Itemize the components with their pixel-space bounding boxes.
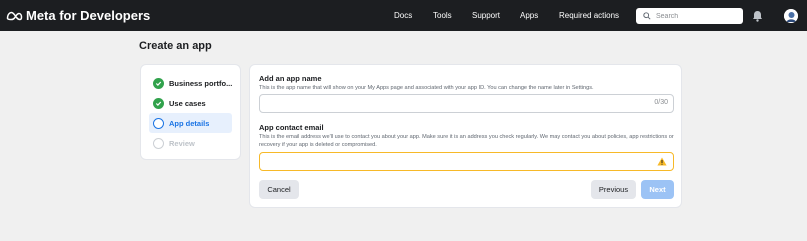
warning-icon <box>657 157 667 166</box>
meta-for-developers-logo[interactable]: Meta for Developers <box>6 0 150 31</box>
search-input[interactable] <box>656 12 736 20</box>
next-button[interactable]: Next <box>641 180 674 199</box>
user-avatar[interactable] <box>784 9 798 23</box>
step-review[interactable]: Review <box>149 133 232 153</box>
step-business-portfolio[interactable]: Business portfo... <box>149 73 232 93</box>
step-use-cases[interactable]: Use cases <box>149 93 232 113</box>
step-label: Review <box>169 138 195 148</box>
app-name-field[interactable]: 0/30 <box>259 94 674 115</box>
search-box[interactable] <box>636 8 743 24</box>
empty-circle-icon <box>153 137 164 149</box>
check-circle-icon <box>153 77 164 89</box>
meta-infinity-icon <box>6 11 23 20</box>
previous-button[interactable]: Previous <box>591 180 636 199</box>
brand-name: Meta for Developers <box>26 8 151 23</box>
steps-sidebar: Business portfo... Use cases App details… <box>140 64 241 160</box>
nav-required-actions[interactable]: Required actions <box>559 0 619 31</box>
app-name-input[interactable] <box>260 98 620 115</box>
step-label: Use cases <box>169 98 206 108</box>
step-label: Business portfo... <box>169 78 232 88</box>
avatar-image <box>784 9 798 23</box>
step-label: App details <box>169 118 210 128</box>
nav-support[interactable]: Support <box>472 0 500 31</box>
current-step-circle-icon <box>153 117 164 129</box>
nav-tools[interactable]: Tools <box>433 0 452 31</box>
notifications-bell-icon[interactable] <box>752 10 763 22</box>
app-name-description: This is the app name that will show on y… <box>259 85 594 91</box>
page-title: Create an app <box>139 40 212 52</box>
contact-email-input[interactable] <box>260 156 620 173</box>
app-name-title: Add an app name <box>259 74 322 83</box>
step-app-details[interactable]: App details <box>149 113 232 133</box>
top-navigation-bar: Meta for Developers Docs Tools Support A… <box>0 0 807 31</box>
contact-email-description: This is the email address we'll use to c… <box>259 134 674 148</box>
check-circle-icon <box>153 97 164 109</box>
search-icon <box>643 12 651 20</box>
contact-email-field[interactable] <box>259 152 674 173</box>
nav-docs[interactable]: Docs <box>394 0 412 31</box>
cancel-button[interactable]: Cancel <box>259 180 299 199</box>
app-details-form: Add an app name This is the app name tha… <box>249 64 682 208</box>
character-counter: 0/30 <box>654 99 668 106</box>
contact-email-title: App contact email <box>259 123 324 132</box>
nav-apps[interactable]: Apps <box>520 0 538 31</box>
